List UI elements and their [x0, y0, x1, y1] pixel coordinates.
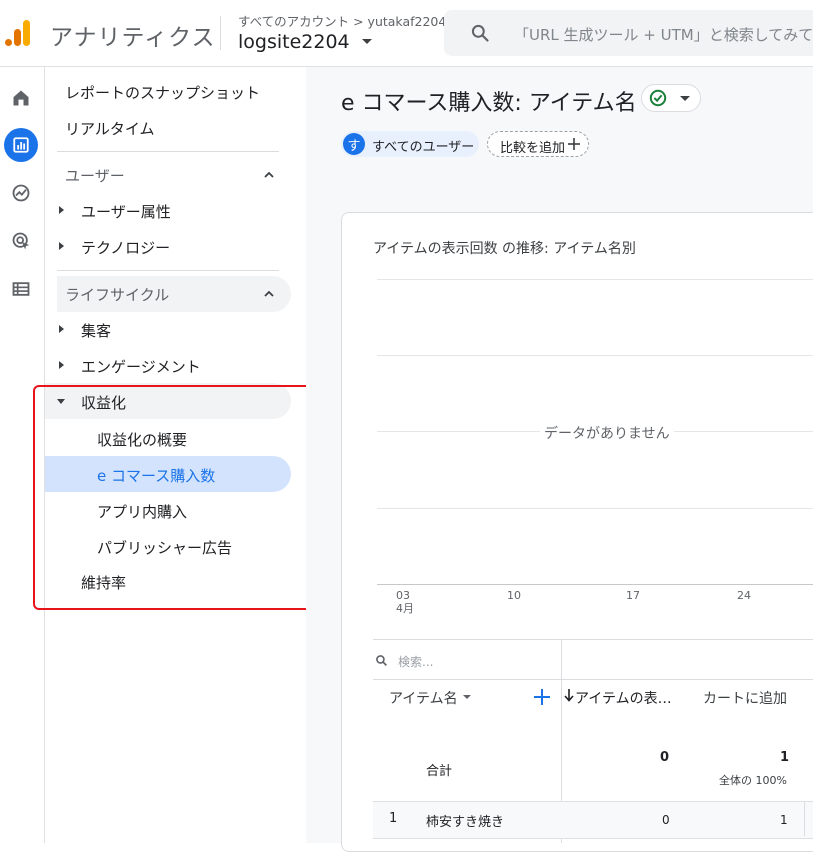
configure-icon [12, 282, 30, 296]
nav-engagement[interactable]: エンゲージメント [81, 356, 201, 377]
nav-realtime[interactable]: リアルタイム [65, 118, 155, 139]
nav-technology[interactable]: テクノロジー [81, 237, 170, 258]
rail-home[interactable] [4, 81, 38, 115]
home-icon [13, 90, 29, 106]
plus-icon [568, 138, 580, 150]
chart-gridline [377, 279, 813, 280]
search-bar[interactable]: 「URL 生成ツール + UTM」と検索してみて [444, 10, 813, 56]
advertising-icon [12, 232, 30, 250]
rail-configure[interactable] [4, 272, 38, 306]
total-add-to-cart: 1 [780, 750, 790, 765]
table-header-border [373, 679, 813, 680]
expand-right-icon[interactable] [59, 206, 64, 214]
comparison-chip-all-users[interactable]: す すべてのユーザー [341, 131, 479, 157]
total-item-views: 0 [660, 750, 670, 765]
chart-x-axis [377, 584, 813, 585]
nav-divider [57, 151, 279, 152]
rail-advertising[interactable] [4, 224, 38, 258]
account-breadcrumb[interactable]: すべてのアカウント > yutakaf2204 [238, 11, 446, 30]
section-label: ユーザー [65, 167, 125, 185]
search-icon [376, 655, 387, 666]
avatar: す [343, 133, 365, 155]
total-add-to-cart-percent: 全体の 100% [719, 774, 787, 787]
sort-arrow-down-icon[interactable] [564, 689, 574, 702]
x-tick-label: 17 [626, 589, 640, 602]
expand-right-icon[interactable] [59, 325, 64, 333]
no-data-message: データがありません [540, 423, 674, 443]
highlight-annotation-box [33, 385, 329, 610]
chevron-up-icon [264, 290, 274, 297]
rail-explore[interactable] [4, 176, 38, 210]
table-column-divider [804, 802, 805, 836]
column-header-item-views[interactable]: アイテムの表… [575, 688, 672, 708]
report-status-button[interactable] [641, 84, 701, 112]
x-tick-label: 10 [507, 589, 521, 602]
search-placeholder: 「URL 生成ツール + UTM」と検索してみて [514, 26, 813, 44]
rail-reports[interactable] [4, 128, 38, 162]
header-divider [220, 16, 221, 50]
nav-snapshot[interactable]: レポートのスナップショット [65, 82, 260, 103]
analytics-logo-icon[interactable] [4, 18, 34, 48]
chart-gridline [377, 355, 813, 356]
check-circle-icon [649, 89, 667, 107]
explore-icon [12, 184, 30, 202]
nav-acquisition[interactable]: 集客 [81, 320, 111, 341]
chevron-down-icon[interactable] [463, 695, 471, 699]
reports-icon [13, 137, 29, 153]
chip-label: すべてのユーザー [372, 140, 475, 155]
total-label: 合計 [426, 764, 453, 779]
row-item-name[interactable]: 柿安すき焼き [426, 811, 504, 830]
expand-right-icon[interactable] [59, 242, 64, 250]
chart-title: アイテムの表示回数 の推移: アイテム名別 [373, 241, 636, 257]
app-name: アナリティクス [50, 25, 216, 51]
column-header-add-to-cart[interactable]: カートに追加 [703, 688, 787, 708]
nav-divider [57, 270, 279, 271]
nav-section-lifecycle[interactable]: ライフサイクル [57, 276, 291, 312]
row-item-views: 0 [662, 813, 670, 827]
x-month-label: 4月 [396, 602, 414, 615]
chevron-down-icon [680, 96, 690, 101]
table-top-border [373, 639, 813, 640]
row-rank: 1 [389, 811, 398, 826]
table-search-input[interactable]: 検索... [398, 653, 433, 670]
expand-right-icon[interactable] [59, 361, 64, 369]
section-label: ライフサイクル [65, 286, 170, 304]
add-comparison-button[interactable]: 比較を追加 [487, 131, 589, 157]
add-dimension-plus-icon[interactable] [533, 688, 551, 706]
report-card [341, 212, 813, 852]
search-icon [471, 24, 489, 42]
chart-gridline [377, 508, 813, 509]
page-title: e コマース購入数: アイテム名 [341, 91, 637, 116]
nav-section-user[interactable]: ユーザー [57, 157, 291, 193]
add-comparison-label: 比較を追加 [500, 141, 566, 156]
property-selector[interactable]: logsite2204 [238, 31, 350, 53]
chevron-down-icon[interactable] [362, 39, 372, 44]
row-add-to-cart: 1 [780, 813, 788, 827]
chevron-up-icon [264, 171, 274, 178]
column-header-item-name[interactable]: アイテム名 [389, 688, 458, 708]
nav-user-attributes[interactable]: ユーザー属性 [81, 201, 171, 222]
x-tick-label: 24 [737, 589, 751, 602]
